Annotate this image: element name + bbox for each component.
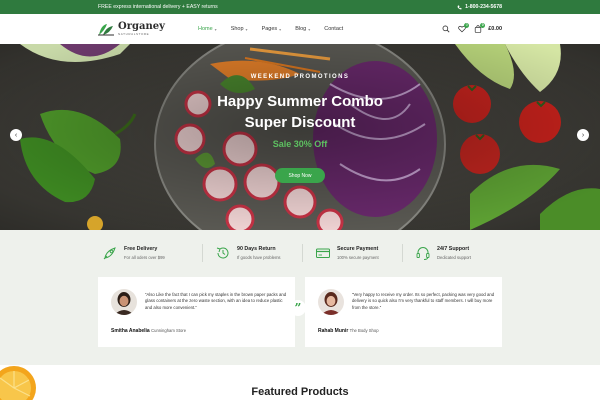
phone-icon	[457, 5, 462, 9]
testimonial-quote: “Very happy to receive my order. Its so …	[352, 292, 495, 310]
nav-contact-label: Contact	[324, 26, 344, 32]
phone-contact[interactable]: 1-800-234-5678	[457, 4, 502, 10]
card-icon	[316, 248, 330, 258]
nav-home-label: Home	[198, 26, 213, 32]
search-icon[interactable]	[442, 25, 450, 33]
promo-text: FREE express international delivery + EA…	[98, 4, 218, 10]
divider	[202, 244, 203, 262]
author-name: Smitha Anabelia	[111, 328, 150, 334]
chevron-right-icon: ›	[581, 131, 585, 139]
shop-now-button[interactable]: Shop Now	[275, 168, 325, 183]
avatar	[111, 289, 137, 315]
feature-subtitle: Dedicated support	[437, 255, 471, 260]
feature-support: 24/7 Support Dedicated support	[400, 244, 500, 262]
chevron-down-icon: ▾	[245, 26, 248, 32]
feature-title: Secure Payment	[337, 246, 379, 252]
hero-sale-text: Sale 30% Off	[272, 139, 328, 149]
chevron-down-icon: ▾	[214, 26, 217, 32]
site-header: Organey NATURALSTORE Home ▾ Shop ▾ Pages ▾ …	[0, 14, 600, 44]
logo[interactable]: Organey NATURALSTORE	[98, 22, 198, 36]
feature-free-delivery: Free Delivery For all oders over $99	[100, 244, 200, 262]
logo-tagline: NATURALSTORE	[118, 32, 150, 36]
hero-background-image	[0, 44, 600, 230]
quote-icon: ”	[290, 300, 306, 316]
nav-shop-label: Shop	[230, 26, 244, 32]
headset-icon	[416, 247, 430, 260]
chevron-down-icon: ▾	[308, 26, 311, 32]
testimonial-card: “Very happy to receive my order. Its so …	[305, 277, 502, 347]
divider	[402, 244, 403, 262]
nav-pages[interactable]: Pages ▾	[262, 26, 282, 32]
feature-subtitle: For all oders over $99	[124, 255, 165, 260]
cart-count: 0	[480, 23, 486, 28]
section-title: Featured Products	[251, 386, 349, 398]
author-company: Cunningham Store	[151, 328, 187, 333]
main-nav: Home ▾ Shop ▾ Pages ▾ Blog ▾ Contact	[198, 26, 343, 32]
hero-title-line1: Happy Summer Combo	[217, 93, 383, 110]
logo-leaf-icon	[98, 24, 114, 36]
testimonial-author: Smitha Anabelia Cunningham Store	[111, 328, 186, 334]
phone-number: 1-800-234-5678	[465, 4, 502, 10]
chevron-down-icon: ▾	[279, 26, 282, 32]
nav-home[interactable]: Home ▾	[198, 26, 217, 32]
orange-slice-decoration	[0, 366, 36, 400]
featured-products-section: Featured Products	[0, 365, 600, 400]
feature-title: Free Delivery	[124, 246, 158, 252]
feature-payment: Secure Payment 100% secure payment	[300, 244, 400, 262]
slider-next-button[interactable]: ›	[577, 129, 589, 141]
feature-subtitle: 100% secure payment	[337, 255, 379, 260]
feature-subtitle: If goods have problems	[237, 255, 281, 260]
testimonial-card: “Also Like the fact that I can pick my s…	[98, 277, 295, 347]
nav-shop[interactable]: Shop ▾	[231, 26, 248, 32]
testimonial-author: Rahab Munir The Body Shop	[318, 328, 379, 334]
hero-slider: WEEKEND PROMOTIONS Happy Summer Combo Su…	[0, 44, 600, 230]
features-section: Free Delivery For all oders over $99 90 …	[0, 230, 600, 365]
top-bar: FREE express international delivery + EA…	[0, 0, 600, 14]
cart-icon-wrap: 0	[474, 23, 486, 33]
nav-blog-label: Blog	[295, 26, 307, 32]
wishlist-button[interactable]: 0	[458, 23, 470, 33]
rocket-icon	[103, 247, 116, 260]
wishlist-count: 0	[464, 23, 470, 28]
feature-title: 90 Days Return	[237, 246, 276, 252]
hero-tag: WEEKEND PROMOTIONS	[250, 74, 350, 80]
logo-name: Organey	[118, 21, 165, 32]
author-name: Rahab Munir	[318, 328, 349, 334]
slider-prev-button[interactable]: ‹	[10, 129, 22, 141]
return-icon	[216, 247, 229, 259]
cart-button[interactable]: 0 £0.00	[474, 23, 502, 33]
hero-title-line2: Super Discount	[244, 114, 356, 131]
nav-blog[interactable]: Blog ▾	[295, 26, 310, 32]
chevron-left-icon: ‹	[14, 131, 18, 139]
cart-total: £0.00	[488, 26, 502, 32]
nav-pages-label: Pages	[261, 26, 278, 32]
author-company: The Body Shop	[349, 328, 379, 333]
feature-list: Free Delivery For all oders over $99 90 …	[100, 244, 500, 262]
feature-title: 24/7 Support	[437, 246, 470, 252]
nav-contact[interactable]: Contact	[324, 26, 343, 32]
divider	[302, 244, 303, 262]
feature-returns: 90 Days Return If goods have problems	[200, 244, 300, 262]
testimonial-quote: “Also Like the fact that I can pick my s…	[145, 292, 287, 310]
avatar	[318, 289, 344, 315]
